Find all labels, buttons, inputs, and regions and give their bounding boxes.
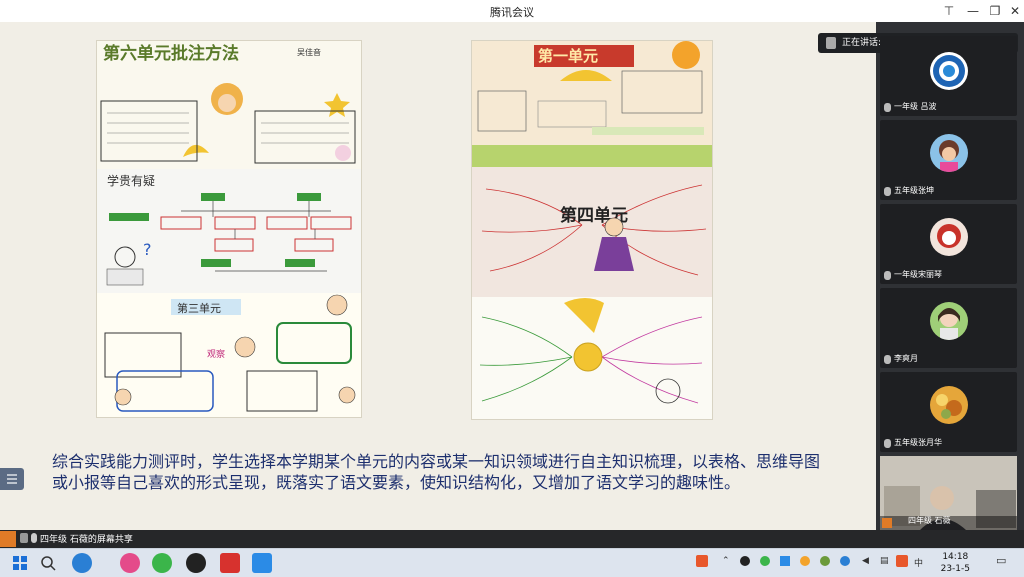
participant-name: 五年级张坤 <box>894 186 934 195</box>
wechat-icon[interactable] <box>152 553 172 573</box>
right-top-title: 第一单元 <box>538 47 598 65</box>
left-top-author: 吴佳音 <box>297 47 321 57</box>
list-icon <box>7 474 17 484</box>
avatar <box>929 386 968 424</box>
participant-tile[interactable]: 五年级张月华 <box>880 372 1017 452</box>
participant-name: 一年级宋丽琴 <box>894 270 942 279</box>
left-top-title: 第六单元批注方法 <box>103 43 239 64</box>
network-icon[interactable]: ▤ <box>880 556 889 566</box>
left-bottom-label: 观察 <box>207 348 225 360</box>
avatar <box>929 52 968 90</box>
app-tray-icon[interactable] <box>820 556 830 566</box>
mic-icon <box>884 355 891 364</box>
system-clock[interactable]: 14:18 23-1-5 <box>941 551 970 575</box>
speaker-avatar <box>826 37 836 49</box>
left-mindmap-image: 第六单元批注方法 吴佳音 学贵有疑 ? 第三单元 观察 <box>96 40 362 418</box>
participant-name: 李爽月 <box>894 354 918 363</box>
sharing-label: 四年级 石薇的屏幕共享 <box>40 535 133 545</box>
participant-tile[interactable]: 一年级 吕波 <box>880 36 1017 116</box>
mic-icon <box>31 533 37 543</box>
clock-time: 14:18 <box>942 552 969 562</box>
sogou-ime-icon[interactable] <box>896 555 908 567</box>
search-icon[interactable] <box>38 553 58 573</box>
self-video-tile[interactable]: 四年级 石薇 <box>880 456 1017 530</box>
shared-screen: 第六单元批注方法 吴佳音 学贵有疑 ? 第三单元 观察 第一单元 第四单元 综合… <box>0 22 876 530</box>
svg-text:?: ? <box>143 240 152 259</box>
right-mindmap-drawing: 第一单元 第四单元 <box>472 41 712 419</box>
screen-icon <box>20 533 28 543</box>
participant-name: 一年级 吕波 <box>894 102 937 111</box>
clock-date: 23-1-5 <box>940 564 970 574</box>
wps-icon[interactable] <box>220 553 240 573</box>
ie-browser-icon[interactable] <box>72 553 92 573</box>
left-bottom-title: 第三单元 <box>177 301 221 315</box>
avatar <box>929 302 968 340</box>
wechat-tray-icon[interactable] <box>760 556 770 566</box>
notification-icon[interactable]: ▭ <box>996 554 1006 567</box>
browser-icon[interactable] <box>120 553 140 573</box>
tencent-meeting-icon[interactable] <box>252 553 272 573</box>
close-button[interactable]: ✕ <box>1006 2 1024 20</box>
participant-tile[interactable]: 李爽月 <box>880 288 1017 368</box>
right-mindmap-image: 第一单元 第四单元 <box>471 40 713 420</box>
title-bar: 腾讯会议 ⊤ — ❐ ✕ <box>0 0 1024 23</box>
meeting-tray-icon[interactable] <box>780 556 790 566</box>
pin-icon[interactable]: ⊤ <box>940 2 958 20</box>
windows-start-icon[interactable] <box>10 553 30 573</box>
qq-icon[interactable] <box>186 553 206 573</box>
mic-icon <box>884 103 891 112</box>
left-mindmap-drawing: 第六单元批注方法 吴佳音 学贵有疑 ? 第三单元 观察 <box>97 41 361 417</box>
mic-icon <box>884 439 891 448</box>
windows-taskbar: ⌃ ◀ ▤ 中 14:18 23-1-5 ▭ <box>0 548 1024 577</box>
host-badge <box>882 518 892 528</box>
left-middle-title: 学贵有疑 <box>107 173 155 188</box>
chevron-up-icon[interactable]: ⌃ <box>722 556 730 566</box>
mic-icon <box>884 271 891 280</box>
participant-name: 五年级张月华 <box>894 438 942 447</box>
toolbar-toggle-button[interactable] <box>0 468 24 490</box>
participant-tile[interactable]: 五年级张坤 <box>880 120 1017 200</box>
participant-tile[interactable]: 一年级宋丽琴 <box>880 204 1017 284</box>
ime-mode[interactable]: 中 <box>914 556 923 569</box>
restore-button[interactable]: ❐ <box>986 2 1004 20</box>
window-title: 腾讯会议 <box>490 6 534 19</box>
qq-tray-icon[interactable] <box>740 556 750 566</box>
slide-caption: 综合实践能力测评时，学生选择本学期某个单元的内容或某一知识领域进行自主知识梳理，… <box>52 452 821 492</box>
sogou-tray-icon[interactable] <box>696 555 708 567</box>
app-tray-icon[interactable] <box>800 556 810 566</box>
avatar <box>929 218 968 256</box>
participant-name: 四年级 石薇 <box>908 516 951 525</box>
speaker-icon[interactable]: ◀ <box>862 556 869 566</box>
app-tray-icon[interactable] <box>840 556 850 566</box>
avatar <box>929 134 968 172</box>
share-status-bar: 四年级 石薇的屏幕共享 <box>0 530 1024 548</box>
minimize-button[interactable]: — <box>964 2 982 20</box>
mic-icon <box>884 187 891 196</box>
host-badge <box>0 531 16 547</box>
